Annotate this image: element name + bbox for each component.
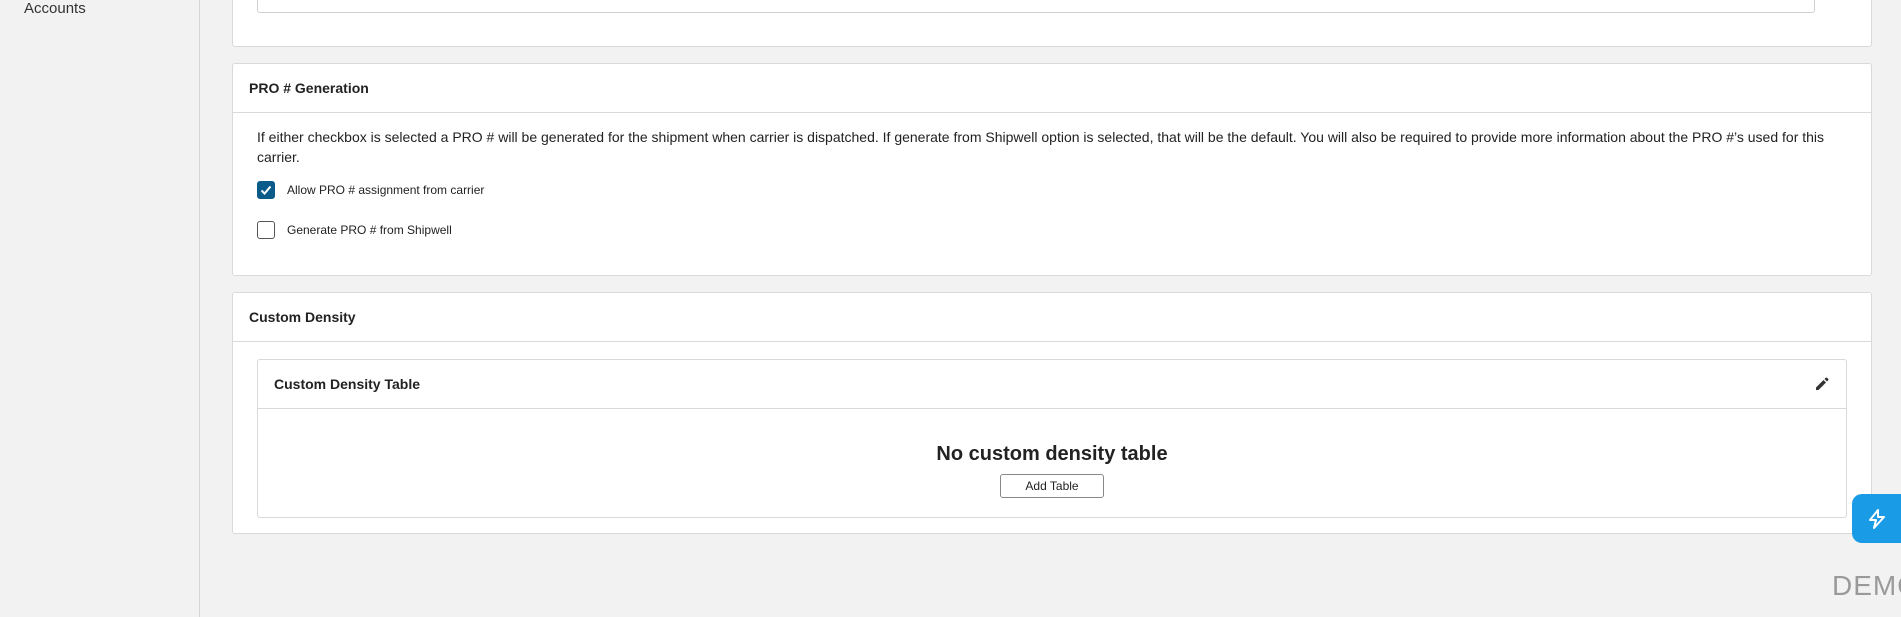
check-icon — [260, 185, 272, 195]
empty-table-message: No custom density table — [936, 443, 1168, 465]
add-table-button[interactable]: Add Table — [1000, 474, 1104, 498]
pro-generation-description: If either checkbox is selected a PRO # w… — [257, 129, 1825, 165]
generate-pro-shipwell-label: Generate PRO # from Shipwell — [287, 223, 452, 237]
sidebar-item-accounts[interactable]: Accounts — [24, 0, 86, 17]
custom-density-table-title: Custom Density Table — [274, 376, 420, 392]
allow-pro-assignment-checkbox[interactable] — [257, 181, 275, 199]
shipwell-bolt-icon[interactable] — [1852, 494, 1901, 543]
pro-generation-title: PRO # Generation — [233, 64, 1871, 113]
pencil-icon[interactable] — [1814, 376, 1830, 392]
custom-density-title: Custom Density — [233, 293, 1871, 342]
previous-section-card — [232, 0, 1872, 47]
generate-pro-shipwell-checkbox[interactable] — [257, 221, 275, 239]
custom-density-card: Custom Density Custom Density Table No c… — [232, 292, 1872, 534]
allow-pro-assignment-option[interactable]: Allow PRO # assignment from carrier — [257, 181, 1871, 199]
custom-density-table-card: Custom Density Table No custom density t… — [257, 359, 1847, 518]
generate-pro-shipwell-option[interactable]: Generate PRO # from Shipwell — [257, 221, 1871, 239]
demo-watermark: DEMO — [1832, 570, 1901, 601]
previous-field[interactable] — [257, 0, 1815, 13]
sidebar: Accounts — [0, 0, 200, 617]
pro-generation-card: PRO # Generation If either checkbox is s… — [232, 63, 1872, 276]
allow-pro-assignment-label: Allow PRO # assignment from carrier — [287, 183, 485, 197]
